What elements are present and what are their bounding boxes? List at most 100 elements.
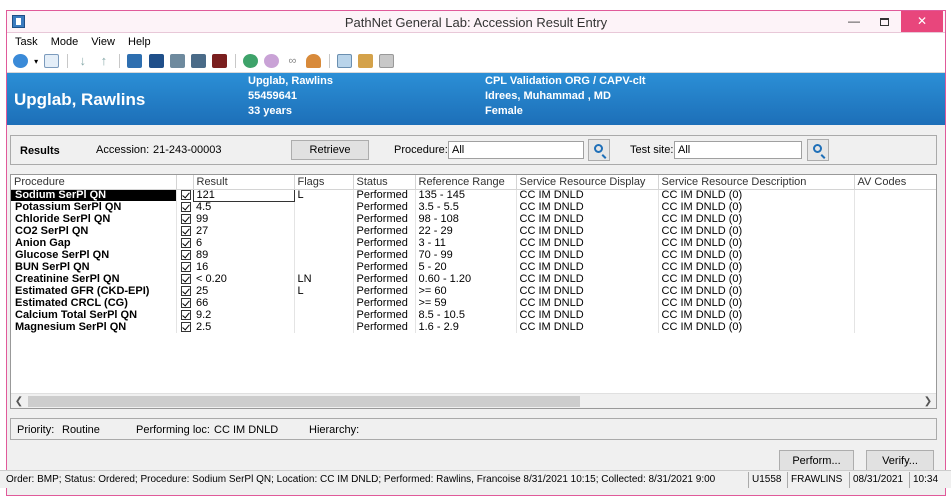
column-header-flags[interactable]: Flags [294,175,354,190]
menu-help[interactable]: Help [124,33,157,48]
cell-checkbox[interactable] [176,201,193,213]
accession-value[interactable]: 21-243-00003 [153,144,222,156]
checkbox-checked-icon[interactable] [180,189,191,200]
checkbox-checked-icon[interactable] [181,213,191,224]
table-row[interactable]: CO2 SerPl QN 27 Performed 22 - 29 CC IM DNLD… [11,225,936,237]
arrow-down-icon[interactable]: ↓ [75,54,90,68]
cell-checkbox[interactable] [176,285,193,297]
column-header-resource-display[interactable]: Service Resource Display [516,175,659,190]
checkbox-checked-icon[interactable] [181,237,191,248]
menu-task[interactable]: Task [11,33,44,48]
close-button[interactable]: ✕ [901,11,943,32]
column-header-reference-range[interactable]: Reference Range [415,175,517,190]
table-row[interactable]: Potassium SerPl QN 4.5 Performed 3.5 - 5.5 C… [11,201,936,213]
column-header-result[interactable]: Result [193,175,295,190]
cell-result[interactable]: 16 [193,261,295,273]
table-row[interactable]: Estimated GFR (CKD-EPI) 25 L Performed >= 60… [11,285,936,297]
dropdown-icon[interactable]: ▾ [34,57,38,66]
table-row[interactable]: Calcium Total SerPl QN 9.2 Performed 8.5 - … [11,309,936,321]
checkbox-checked-icon[interactable] [181,225,191,236]
cell-procedure[interactable]: Creatinine SerPl QN [11,273,177,285]
cell-result[interactable]: 66 [193,297,295,309]
patient-icon[interactable] [127,54,143,68]
globe-icon[interactable] [242,54,258,68]
menu-view[interactable]: View [87,33,121,48]
list-icon[interactable] [148,54,164,68]
cell-result[interactable]: 25 [193,285,295,297]
procedure-field[interactable]: All [448,141,584,159]
cell-checkbox[interactable] [176,225,193,237]
table-row[interactable]: Anion Gap 6 Performed 3 - 11 CC IM DNLD CC IM… [11,237,936,249]
scroll-left-icon[interactable]: ❮ [12,395,26,408]
checkbox-checked-icon[interactable] [181,321,191,332]
checkbox-checked-icon[interactable] [181,297,191,308]
chart-icon[interactable] [337,54,353,68]
navigate-icon[interactable] [13,54,28,68]
scrollbar-thumb[interactable] [28,396,580,407]
scroll-right-icon[interactable]: ❯ [921,395,935,408]
cell-result[interactable]: 99 [193,213,295,225]
cell-procedure[interactable]: BUN SerPl QN [11,261,177,273]
flask-icon[interactable] [263,54,279,68]
panel-icon[interactable] [169,54,185,68]
cell-checkbox[interactable] [176,249,193,261]
cell-checkbox[interactable] [176,261,193,273]
verify-button[interactable]: Verify... [866,450,934,472]
cell-checkbox[interactable] [176,321,193,333]
cell-result[interactable]: 9.2 [193,309,295,321]
cell-procedure[interactable]: Estimated CRCL (CG) [11,297,177,309]
column-header-av-codes[interactable]: AV Codes [854,175,936,190]
table-row[interactable]: Estimated CRCL (CG) 66 Performed >= 59 CC IM… [11,297,936,309]
test-site-search-button[interactable] [807,139,829,161]
cell-checkbox[interactable] [176,237,193,249]
cell-procedure[interactable]: Glucose SerPl QN [11,249,177,261]
cell-procedure[interactable]: Chloride SerPl QN [11,213,177,225]
cell-procedure[interactable]: Estimated GFR (CKD-EPI) [11,285,177,297]
checkbox-checked-icon[interactable] [181,201,191,212]
print-icon[interactable] [358,54,374,68]
cell-result[interactable]: 4.5 [193,201,295,213]
column-header-status[interactable]: Status [353,175,416,190]
checkbox-checked-icon[interactable] [181,273,191,284]
horizontal-scrollbar[interactable]: ❮ ❯ [11,393,936,408]
checkbox-checked-icon[interactable] [181,309,191,320]
document-icon[interactable] [44,54,60,68]
perform-button[interactable]: Perform... [779,450,854,472]
cell-result[interactable]: < 0.20 [193,273,295,285]
table-row[interactable]: Glucose SerPl QN 89 Performed 70 - 99 CC IM … [11,249,936,261]
cell-procedure[interactable]: Magnesium SerPl QN [11,321,177,333]
cell-procedure[interactable]: CO2 SerPl QN [11,225,177,237]
checkbox-checked-icon[interactable] [181,249,191,260]
procedure-search-button[interactable] [588,139,610,161]
table-row[interactable]: Sodium SerPl QN 121 L Performed 135 - 145 CC … [11,188,936,202]
table-icon[interactable] [190,54,206,68]
table-row[interactable]: Magnesium SerPl QN 2.5 Performed 1.6 - 2.9 C… [11,321,936,333]
cell-procedure[interactable]: Sodium SerPl QN [11,189,177,201]
cell-result[interactable]: 121 [192,188,295,202]
cell-result[interactable]: 2.5 [193,321,295,333]
minimize-button[interactable]: — [839,11,869,32]
menu-mode[interactable]: Mode [47,33,85,48]
glasses-icon[interactable]: ∞ [285,54,300,68]
cell-result[interactable]: 27 [193,225,295,237]
cell-procedure[interactable]: Anion Gap [11,237,177,249]
checkbox-checked-icon[interactable] [181,261,191,272]
table-row[interactable]: BUN SerPl QN 16 Performed 5 - 20 CC IM DNLD C… [11,261,936,273]
cell-checkbox[interactable] [176,273,193,285]
checkbox-checked-icon[interactable] [181,285,191,296]
test-site-field[interactable]: All [674,141,802,159]
table-row[interactable]: Chloride SerPl QN 99 Performed 98 - 108 CC I… [11,213,936,225]
cell-checkbox[interactable] [176,309,193,321]
cell-procedure[interactable]: Potassium SerPl QN [11,201,177,213]
cell-checkbox[interactable] [176,213,193,225]
cell-checkbox[interactable] [176,297,193,309]
retrieve-button[interactable]: Retrieve [291,140,369,160]
grid-icon[interactable] [379,54,395,68]
cell-result[interactable]: 89 [193,249,295,261]
cell-checkbox[interactable] [176,189,193,201]
column-header-resource-description[interactable]: Service Resource Description [658,175,855,190]
maximize-button[interactable] [869,11,899,32]
cell-result[interactable]: 6 [193,237,295,249]
column-header-procedure[interactable]: Procedure [11,175,177,190]
stop-icon[interactable] [211,54,227,68]
